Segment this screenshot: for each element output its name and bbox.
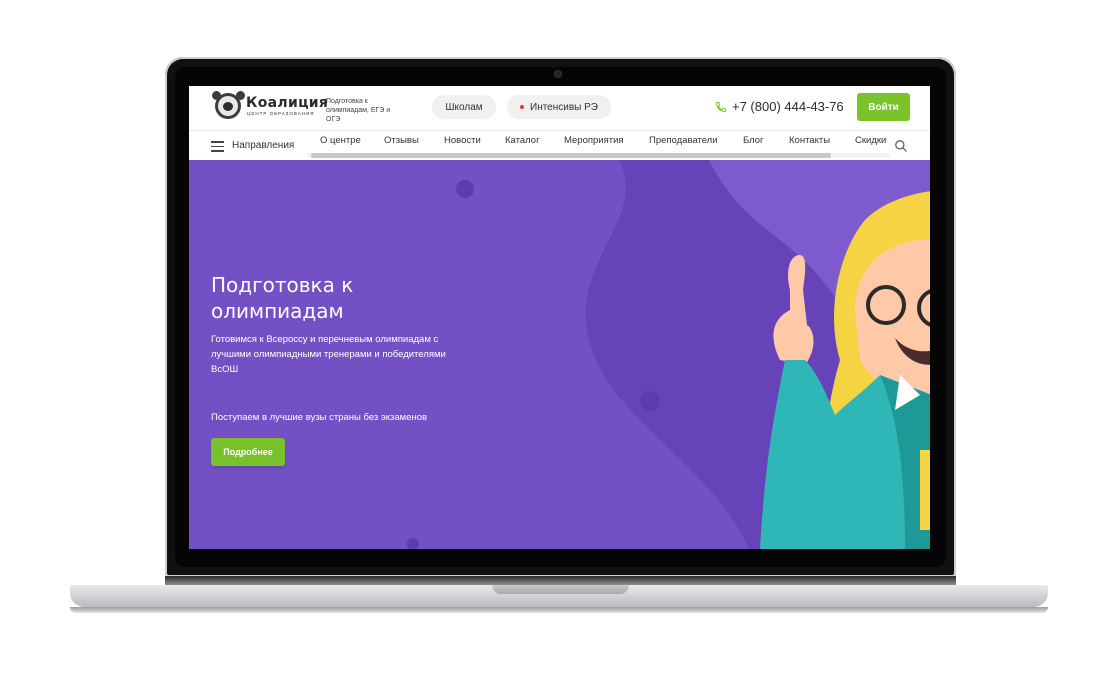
laptop-notch bbox=[492, 585, 629, 594]
nav-discounts[interactable]: Скидки bbox=[855, 135, 886, 146]
phone-icon bbox=[715, 102, 726, 113]
search-icon[interactable] bbox=[894, 139, 908, 153]
nav-scrollbar-thumb[interactable] bbox=[311, 153, 831, 158]
schools-button[interactable]: Школам bbox=[432, 95, 496, 119]
hero-description: Готовимся к Всероссу и перечневым олимпи… bbox=[211, 334, 446, 375]
brand-subtitle: ЦЕНТР ОБРАЗОВАНИЯ bbox=[247, 111, 315, 116]
nav-catalog[interactable]: Каталог bbox=[505, 135, 540, 146]
hero-banner: Подготовка к олимпиадам Готовимся к Всер… bbox=[189, 160, 930, 549]
teacher-illustration bbox=[760, 191, 930, 549]
nav-reviews[interactable]: Отзывы bbox=[384, 135, 419, 146]
nav-events[interactable]: Мероприятия bbox=[564, 135, 624, 146]
phone-number[interactable]: +7 (800) 444-43-76 bbox=[732, 99, 844, 114]
nav-contacts[interactable]: Контакты bbox=[789, 135, 830, 146]
more-button[interactable]: Подробнее bbox=[211, 438, 285, 466]
nav-about[interactable]: О центре bbox=[320, 135, 361, 146]
logo-face bbox=[215, 93, 241, 119]
schools-label: Школам bbox=[445, 101, 483, 113]
webcam-icon bbox=[554, 70, 562, 78]
hamburger-menu-icon[interactable] bbox=[211, 141, 224, 152]
browser-screen: Коалиция ЦЕНТР ОБРАЗОВАНИЯ Подготовка к … bbox=[189, 86, 930, 549]
live-dot-icon bbox=[520, 105, 524, 109]
login-button[interactable]: Войти bbox=[857, 93, 910, 121]
hero-title: Подготовка к олимпиадам bbox=[211, 273, 354, 323]
brand-name[interactable]: Коалиция bbox=[246, 95, 328, 111]
top-header: Коалиция ЦЕНТР ОБРАЗОВАНИЯ Подготовка к … bbox=[189, 86, 930, 130]
brand-tagline: Подготовка к олимпиадам, ЕГЭ и ОГЭ bbox=[326, 98, 391, 123]
intensives-button[interactable]: Интенсивы РЭ bbox=[507, 95, 611, 119]
nav-scrollbar[interactable] bbox=[307, 153, 889, 158]
nav-news[interactable]: Новости bbox=[444, 135, 481, 146]
nav-blog[interactable]: Блог bbox=[743, 135, 764, 146]
nav-teachers[interactable]: Преподаватели bbox=[649, 135, 718, 146]
hero-subtext: Поступаем в лучшие вузы страны без экзам… bbox=[211, 412, 428, 423]
directions-menu[interactable]: Направления bbox=[232, 140, 294, 151]
intensives-label: Интенсивы РЭ bbox=[530, 101, 598, 113]
main-nav: Направления О центре Отзывы Новости Ката… bbox=[189, 130, 930, 161]
